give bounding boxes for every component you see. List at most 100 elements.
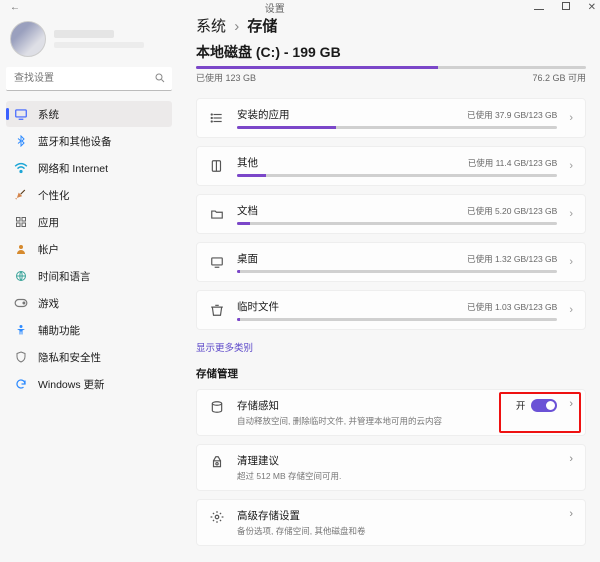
chevron-right-icon: › <box>569 160 573 172</box>
category-row-desktop[interactable]: 桌面 已使用 1.32 GB/123 GB › <box>196 242 586 282</box>
toggle-state-label: 开 <box>516 398 526 412</box>
category-name: 安装的应用 <box>237 107 290 122</box>
category-row-tempfiles[interactable]: 临时文件 已使用 1.03 GB/123 GB › <box>196 290 586 330</box>
disk-used-label: 已使用 123 GB <box>196 71 256 84</box>
bluetooth-icon <box>14 135 28 147</box>
mgmt-row-cleanup-rec[interactable]: 清理建议超过 512 MB 存储空间可用.› <box>196 444 586 491</box>
sidebar-item-label: 网络和 Internet <box>38 161 108 176</box>
category-bar <box>237 126 557 129</box>
gamepad-icon <box>14 297 28 309</box>
category-row-documents[interactable]: 文档已使用 5.20 GB/123 GB› <box>196 194 586 234</box>
category-name: 临时文件 <box>237 299 279 314</box>
breadcrumb: 系统 › 存储 <box>196 15 586 36</box>
sidebar-item-bluetooth[interactable]: 蓝牙和其他设备 <box>6 128 172 154</box>
sidebar-item-timelang[interactable]: 时间和语言 <box>6 263 172 289</box>
desktop-icon <box>209 255 225 269</box>
sidebar-item-personalization[interactable]: 个性化 <box>6 182 172 208</box>
category-name: 桌面 <box>237 251 258 266</box>
breadcrumb-root[interactable]: 系统 <box>196 18 226 35</box>
mgmt-title: 清理建议 <box>237 453 557 468</box>
search-field[interactable] <box>6 67 172 91</box>
advanced-storage-icon <box>209 510 225 524</box>
chevron-right-icon: › <box>569 112 573 124</box>
chevron-right-icon: › <box>569 453 573 465</box>
mgmt-title: 高级存储设置 <box>237 508 557 523</box>
sidebar-item-label: 系统 <box>38 107 59 122</box>
sidebar-item-label: 辅助功能 <box>38 323 80 338</box>
sidebar-item-label: 应用 <box>38 215 59 230</box>
sidebar-item-label: 个性化 <box>38 188 70 203</box>
accessibility-icon <box>14 324 28 336</box>
other-icon <box>209 159 225 173</box>
chevron-right-icon: › <box>569 304 573 316</box>
nav-list: 系统 蓝牙和其他设备 网络和 Internet 个性化 应用 帐户 <box>6 101 172 397</box>
sidebar-item-accounts[interactable]: 帐户 <box>6 236 172 262</box>
disk-title: 本地磁盘 (C:) - 199 GB <box>196 42 586 62</box>
cleanup-rec-icon <box>209 455 225 469</box>
category-used-label: 已使用 5.20 GB/123 GB <box>467 205 557 217</box>
sidebar-item-network[interactable]: 网络和 Internet <box>6 155 172 181</box>
chevron-right-icon: › <box>234 18 239 35</box>
storage-sense-toggle[interactable] <box>531 399 557 412</box>
mgmt-row-advanced-storage[interactable]: 高级存储设置备份选项, 存储空间, 其他磁盘和卷 › <box>196 499 586 546</box>
category-bar <box>237 318 557 321</box>
sidebar-item-label: Windows 更新 <box>38 377 105 392</box>
show-more-link[interactable]: 显示更多类别 <box>196 340 253 354</box>
chevron-right-icon: › <box>569 508 573 520</box>
category-used-label: 已使用 1.32 GB/123 GB <box>467 253 557 265</box>
wifi-icon <box>14 162 28 174</box>
profile-email <box>54 42 144 48</box>
profile-block[interactable] <box>6 15 172 67</box>
category-row-other[interactable]: 其他 已使用 11.4 GB/123 GB › <box>196 146 586 186</box>
maximize-button[interactable] <box>562 2 570 13</box>
shield-icon <box>14 351 28 363</box>
main-pane: 系统 › 存储 本地磁盘 (C:) - 199 GB 已使用 123 GB 76… <box>178 15 600 562</box>
category-name: 其他 <box>237 155 258 170</box>
apps-icon <box>14 216 28 228</box>
documents-icon <box>209 207 225 221</box>
search-icon <box>154 72 166 84</box>
sidebar-item-apps[interactable]: 应用 <box>6 209 172 235</box>
section-header-storage-mgmt: 存储管理 <box>196 366 586 381</box>
chevron-right-icon: › <box>569 398 573 410</box>
search-input[interactable] <box>6 67 172 91</box>
avatar <box>10 21 46 57</box>
apps-icon <box>209 111 225 125</box>
chevron-right-icon: › <box>569 208 573 220</box>
sidebar-item-label: 游戏 <box>38 296 59 311</box>
category-bar <box>237 222 557 225</box>
disk-usage-bar <box>196 66 586 69</box>
sidebar-item-privacy[interactable]: 隐私和安全性 <box>6 344 172 370</box>
sidebar-item-system[interactable]: 系统 <box>6 101 172 127</box>
sidebar-item-label: 时间和语言 <box>38 269 91 284</box>
brush-icon <box>14 188 28 202</box>
mgmt-subtitle: 自动释放空间, 删除临时文件, 并管理本地可用的云内容 <box>237 415 504 427</box>
category-used-label: 已使用 37.9 GB/123 GB <box>467 109 557 121</box>
sidebar-item-gaming[interactable]: 游戏 <box>6 290 172 316</box>
category-row-apps[interactable]: 安装的应用 已使用 37.9 GB/123 GB › <box>196 98 586 138</box>
disk-usage-block: 已使用 123 GB 76.2 GB 可用 <box>196 66 586 84</box>
mgmt-subtitle: 备份选项, 存储空间, 其他磁盘和卷 <box>237 525 557 537</box>
minimize-button[interactable] <box>534 2 544 13</box>
back-arrow-icon[interactable]: ← <box>10 2 20 13</box>
sidebar-item-label: 隐私和安全性 <box>38 350 101 365</box>
chevron-right-icon: › <box>569 256 573 268</box>
category-bar <box>237 174 557 177</box>
category-bar <box>237 270 557 273</box>
update-icon <box>14 378 28 390</box>
sidebar-item-update[interactable]: Windows 更新 <box>6 371 172 397</box>
close-button[interactable]: ✕ <box>588 2 596 13</box>
app-title: 设置 <box>265 0 285 15</box>
storage-sense-icon <box>209 400 225 414</box>
sidebar-item-label: 蓝牙和其他设备 <box>38 134 112 149</box>
mgmt-title: 存储感知 <box>237 398 504 413</box>
category-used-label: 已使用 1.03 GB/123 GB <box>467 301 557 313</box>
disk-free-label: 76.2 GB 可用 <box>532 71 586 84</box>
breadcrumb-leaf: 存储 <box>247 18 277 35</box>
profile-name <box>54 30 114 38</box>
category-used-label: 已使用 11.4 GB/123 GB <box>468 157 558 169</box>
sidebar-item-accessibility[interactable]: 辅助功能 <box>6 317 172 343</box>
mgmt-row-storage-sense[interactable]: 存储感知自动释放空间, 删除临时文件, 并管理本地可用的云内容开 › <box>196 389 586 436</box>
sidebar: 系统 蓝牙和其他设备 网络和 Internet 个性化 应用 帐户 <box>0 15 178 562</box>
window-titlebar: ← 设置 ✕ <box>0 0 600 15</box>
